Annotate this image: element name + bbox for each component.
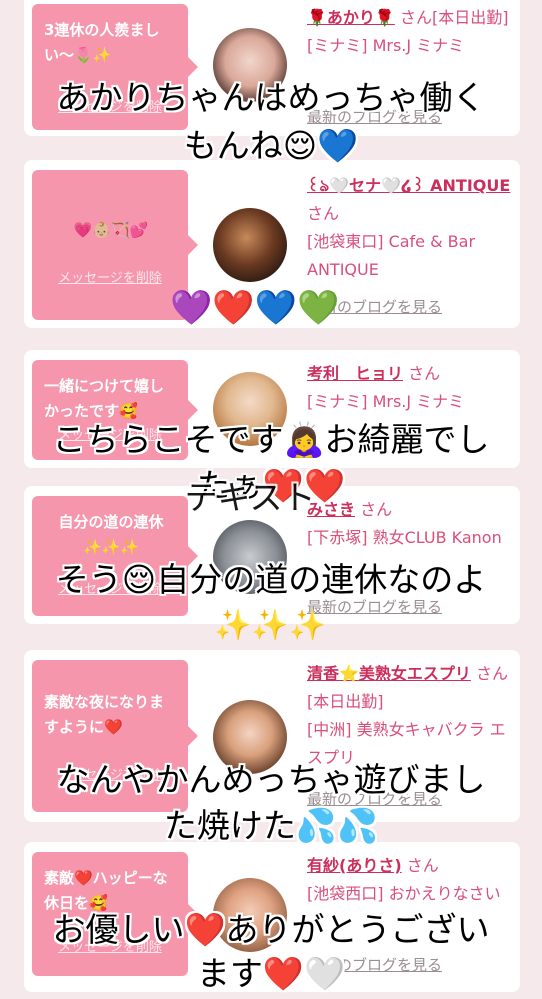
message-bubble: 💗👶🏼🏹💕 メッセージを削除 — [32, 170, 198, 320]
overlay-caption: お優しい❤️ありがとうござい — [52, 910, 490, 949]
name-suffix: さん[本日出勤] — [399, 8, 509, 27]
avatar[interactable] — [213, 208, 287, 282]
shop-name: [池袋西口] おかえりなさい — [307, 884, 501, 903]
profile-name-link[interactable]: 🌹あかり🌹 — [307, 8, 395, 27]
message-text: 自分の道の連休✨✨✨ — [58, 513, 164, 556]
overlay-caption: あかりちゃんはめっちゃ働く — [56, 78, 486, 117]
overlay-sparkles: ✨✨✨ — [214, 608, 327, 643]
message-text: 💗👶🏼🏹💕 — [73, 221, 149, 239]
shop-name: [ミナミ] Mrs.J ミナミ — [307, 36, 465, 55]
profile-info: 考利 ヒョリ さん [ミナミ] Mrs.J ミナミ — [307, 360, 517, 416]
message-text: 3連休の人羨ましい〜🌷✨ — [44, 21, 160, 64]
profile-info: 有紗(ありさ) さん [池袋西口] おかえりなさい — [307, 852, 517, 908]
overlay-caption: なんやかんめっちゃ遊びまし — [56, 760, 486, 799]
overlay-caption: テキスト — [184, 478, 316, 517]
name-suffix: さん — [406, 856, 439, 875]
delete-message-link[interactable]: メッセージを削除 — [32, 266, 188, 291]
overlay-caption: そう😌自分の道の連休なのよ — [55, 560, 487, 599]
profile-name-link[interactable]: ꒰ঌ🤍セナ🤍໒꒱ ANTIQUE — [307, 176, 510, 195]
message-text: 一緒につけて嬉しかったです🥰 — [44, 377, 165, 420]
profile-name-link[interactable]: 清香⭐美熟女エスプリ — [307, 664, 471, 683]
name-suffix: さん — [307, 204, 340, 223]
message-text: 素敵な夜になりますように❤️ — [44, 693, 165, 736]
name-suffix: さん — [408, 364, 441, 383]
message-text: 素敵❤️ハッピーな休日を🥰 — [44, 869, 168, 912]
shop-name: [池袋東口] Cafe & Bar ANTIQUE — [307, 232, 476, 279]
overlay-caption: ます❤️🤍 — [196, 954, 346, 993]
shop-name: [ミナミ] Mrs.J ミナミ — [307, 392, 465, 411]
shop-name: [下赤塚] 熟女CLUB Kanon — [307, 528, 502, 547]
profile-name-link[interactable]: 考利 ヒョリ — [307, 364, 403, 383]
overlay-caption: こちらこそです🙇‍♀️お綺麗でし — [52, 420, 490, 459]
overlay-caption: もんね😌💙 — [183, 126, 359, 165]
profile-info: 🌹あかり🌹 さん[本日出勤] [ミナミ] Mrs.J ミナミ — [307, 4, 517, 60]
profile-info: ꒰ঌ🤍セナ🤍໒꒱ ANTIQUE さん [池袋東口] Cafe & Bar AN… — [307, 172, 517, 284]
profile-info: 清香⭐美熟女エスプリ さん[本日出勤] [中洲] 美熟女キャバクラ エスプリ — [307, 660, 517, 772]
profile-name-link[interactable]: 有紗(ありさ) — [307, 856, 402, 875]
overlay-hearts: 💜❤️💙💚 — [170, 288, 340, 328]
overlay-caption: た焼けた💦💦 — [163, 806, 379, 845]
